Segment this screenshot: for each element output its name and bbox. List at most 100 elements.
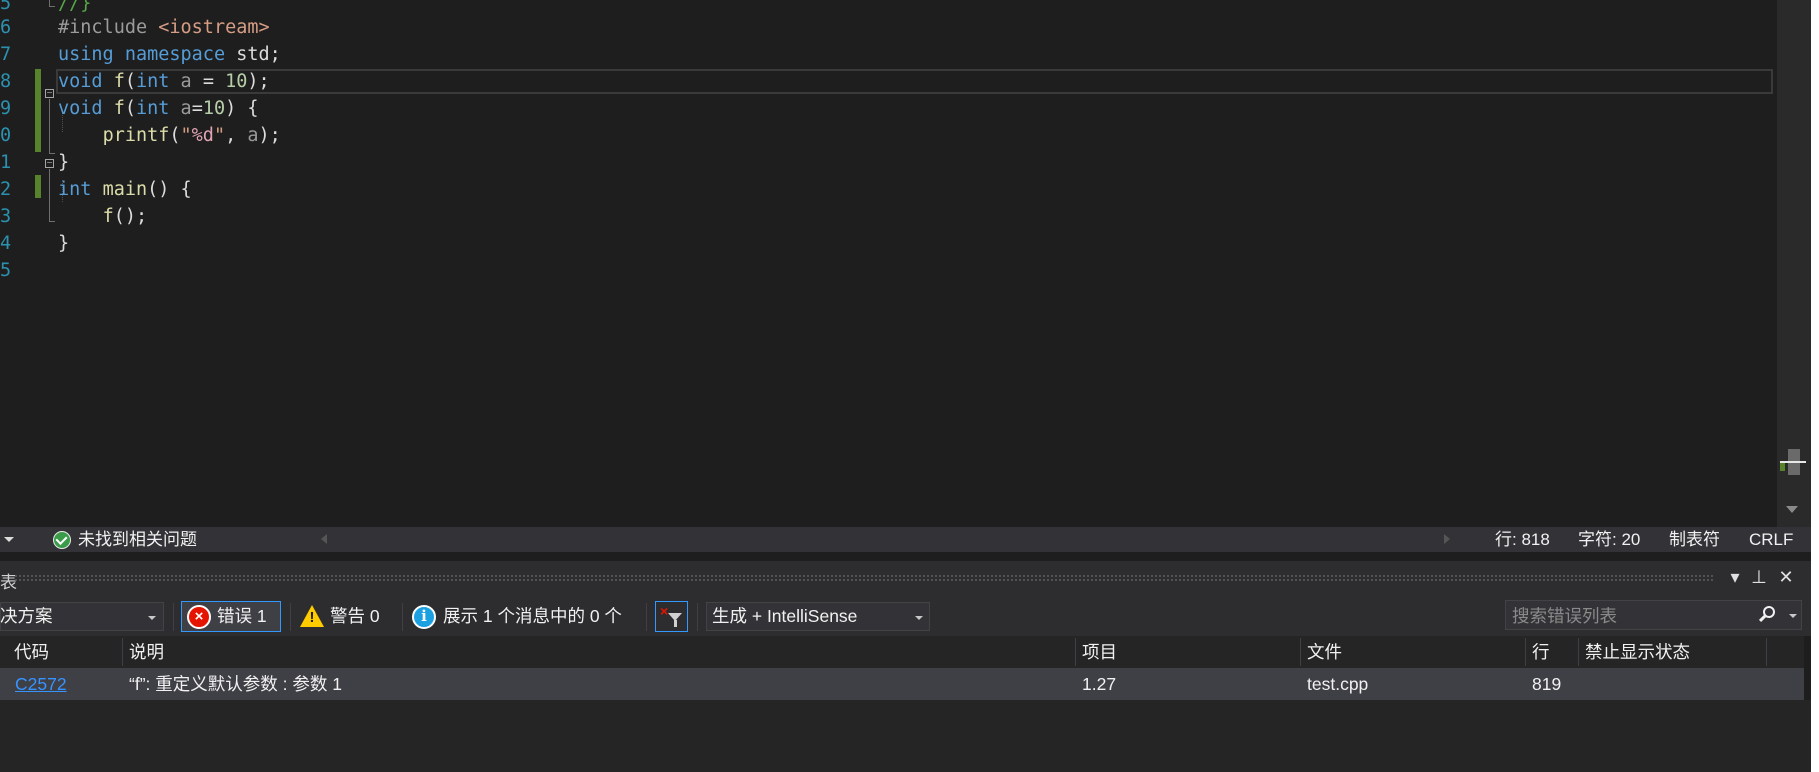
line-indicator[interactable]: 行: 818: [1495, 527, 1550, 552]
change-indicator-bar: [35, 69, 41, 152]
source-combobox-value: 生成 + IntelliSense: [712, 606, 858, 626]
code-token: ": [213, 125, 226, 146]
column-separator[interactable]: [1075, 638, 1076, 666]
line-number: 6: [0, 17, 12, 38]
column-separator[interactable]: [1525, 638, 1526, 666]
info-icon[interactable]: i: [412, 605, 436, 629]
check-circle-icon: [53, 531, 71, 549]
code-token: =: [191, 98, 203, 119]
code-token: =: [191, 71, 226, 92]
warnings-count-label[interactable]: 警告 0: [330, 604, 380, 628]
column-separator[interactable]: [1578, 638, 1579, 666]
code-token: a: [180, 98, 192, 119]
code-token: (: [124, 71, 136, 92]
code-token: std;: [225, 44, 281, 65]
code-token: ,: [225, 125, 248, 146]
toolbar-separator: [290, 603, 291, 631]
column-header-project[interactable]: 项目: [1082, 636, 1117, 668]
close-icon[interactable]: ✕: [1775, 565, 1797, 589]
column-header-description[interactable]: 说明: [129, 636, 164, 668]
code-token: %d: [191, 125, 214, 146]
scroll-left-arrow-icon[interactable]: [321, 534, 327, 544]
scroll-right-arrow-icon[interactable]: [1444, 534, 1450, 544]
code-line[interactable]: }: [58, 230, 69, 257]
code-line[interactable]: #include <iostream>: [58, 14, 270, 41]
tabs-indicator[interactable]: 制表符: [1669, 527, 1720, 552]
line-number: 5: [0, 260, 12, 281]
code-token: void: [58, 71, 103, 92]
scope-end: [49, 153, 55, 154]
column-separator[interactable]: [122, 638, 123, 666]
error-code-link[interactable]: C2572: [15, 668, 67, 700]
toolbar-separator: [697, 603, 698, 631]
char-indicator[interactable]: 字符: 20: [1578, 527, 1640, 552]
funnel-icon-stem: [674, 620, 677, 627]
column-header-line[interactable]: 行: [1532, 636, 1550, 668]
line-number: 0: [0, 125, 12, 146]
code-token: using: [58, 44, 114, 65]
pin-icon[interactable]: ⊥: [1748, 565, 1770, 589]
scroll-down-arrow-icon[interactable]: [1786, 506, 1798, 513]
line-number: 7: [0, 44, 12, 65]
error-description: “f”: 重定义默认参数 : 参数 1: [129, 674, 342, 694]
code-token: a: [180, 71, 192, 92]
code-token: (: [124, 98, 136, 119]
line-ending-indicator[interactable]: CRLF: [1749, 527, 1793, 552]
error-line: 819: [1532, 674, 1562, 694]
code-token: printf: [102, 125, 170, 146]
column-header-code[interactable]: 代码: [14, 636, 49, 668]
vertical-scrollbar[interactable]: [1777, 0, 1811, 527]
code-token: int: [135, 98, 170, 119]
current-line-highlight: [56, 69, 1773, 94]
column-separator[interactable]: [1300, 638, 1301, 666]
messages-count-label[interactable]: 展示 1 个消息中的 0 个: [443, 604, 622, 628]
error-icon: ×: [187, 605, 211, 629]
code-line[interactable]: printf("%d", a);: [58, 122, 281, 149]
code-token: }: [58, 152, 70, 173]
code-token: }: [58, 233, 70, 254]
zoom-dropdown-icon[interactable]: [4, 537, 14, 542]
code-line[interactable]: f();: [58, 203, 148, 230]
collapse-icon[interactable]: −: [45, 159, 54, 169]
code-token: int: [135, 71, 170, 92]
scope-combobox-value: 决方案: [0, 606, 53, 626]
scrollbar-change-marker: [1780, 463, 1785, 471]
code-token: f: [113, 98, 125, 119]
column-header-suppression[interactable]: 禁止显示状态: [1585, 636, 1690, 668]
toolbar-separator: [646, 603, 647, 631]
code-token: int: [58, 179, 92, 200]
code-token: //}: [58, 0, 92, 14]
column-header-file[interactable]: 文件: [1307, 636, 1342, 668]
chevron-down-icon[interactable]: [148, 616, 156, 620]
line-number: 2: [0, 179, 12, 200]
code-token: (: [169, 125, 181, 146]
collapse-icon[interactable]: −: [45, 89, 54, 99]
column-separator[interactable]: [1766, 638, 1767, 666]
search-options-chevron-icon[interactable]: [1789, 614, 1797, 618]
chevron-down-icon[interactable]: [915, 616, 923, 620]
change-indicator-bar: [35, 175, 41, 198]
issues-status[interactable]: 未找到相关问题: [78, 527, 197, 552]
code-line[interactable]: void f(int a=10) {: [58, 95, 259, 122]
code-token: #include: [58, 17, 159, 38]
warning-icon-mark: !: [309, 609, 315, 626]
error-file: test.cpp: [1307, 674, 1369, 694]
line-number: 4: [0, 233, 12, 254]
code-line[interactable]: int main() {: [58, 176, 192, 203]
code-token: a: [247, 125, 259, 146]
code-line[interactable]: }: [58, 149, 69, 176]
window-position-dropdown-icon[interactable]: ▾: [1724, 565, 1746, 589]
code-token: namespace: [124, 44, 226, 65]
line-number: 9: [0, 98, 12, 119]
code-line[interactable]: using namespace std;: [58, 41, 281, 68]
line-number: 1: [0, 152, 12, 173]
code-line[interactable]: void f(int a = 10);: [58, 68, 270, 95]
code-token: ) {: [225, 98, 259, 119]
